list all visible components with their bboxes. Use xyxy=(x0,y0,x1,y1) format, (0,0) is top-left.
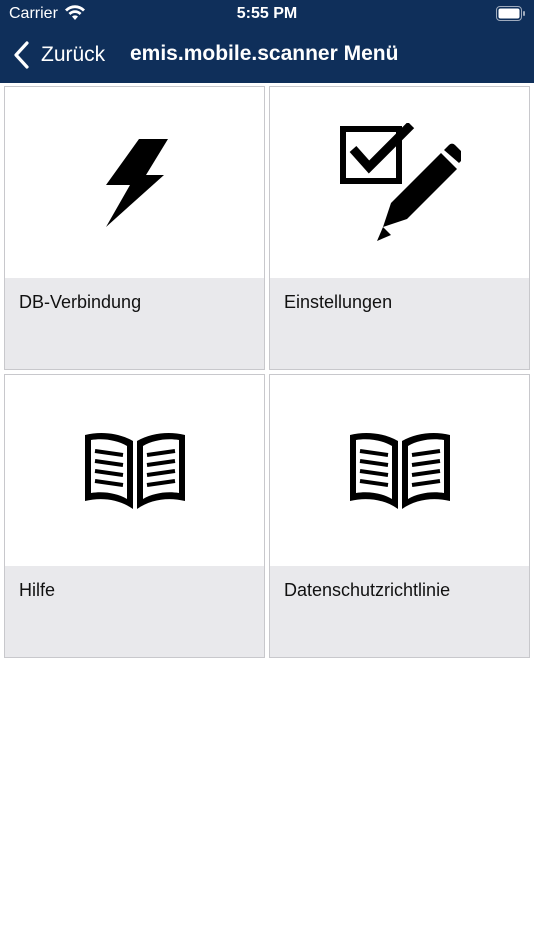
navigation-header: Carrier 5:55 PM Zurück emis.mobile.scann… xyxy=(0,0,534,83)
status-time: 5:55 PM xyxy=(236,5,298,22)
lightning-bolt-icon xyxy=(105,138,168,227)
back-button[interactable]: Zurück xyxy=(13,38,105,72)
chevron-left-icon xyxy=(14,41,29,69)
back-button-label: Zurück xyxy=(41,43,106,66)
open-book-icon xyxy=(84,432,185,509)
page-title: emis.mobile.scanner Menü xyxy=(130,42,399,65)
menu-tile-label: Hilfe xyxy=(19,580,56,600)
open-book-icon xyxy=(349,432,450,509)
checkbox-pencil-icon xyxy=(339,122,461,241)
menu-tile-db-verbindung[interactable]: DB-Verbindung xyxy=(4,86,265,370)
menu-tile-einstellungen[interactable]: Einstellungen xyxy=(269,86,530,370)
menu-tile-datenschutzrichtlinie[interactable]: Datenschutzrichtlinie xyxy=(269,374,530,658)
menu-tile-hilfe[interactable]: Hilfe xyxy=(4,374,265,658)
menu-tile-label: Einstellungen xyxy=(284,292,393,312)
menu-tile-label: DB-Verbindung xyxy=(19,292,142,312)
battery-icon xyxy=(496,6,525,21)
menu-tile-label: Datenschutzrichtlinie xyxy=(284,580,451,600)
